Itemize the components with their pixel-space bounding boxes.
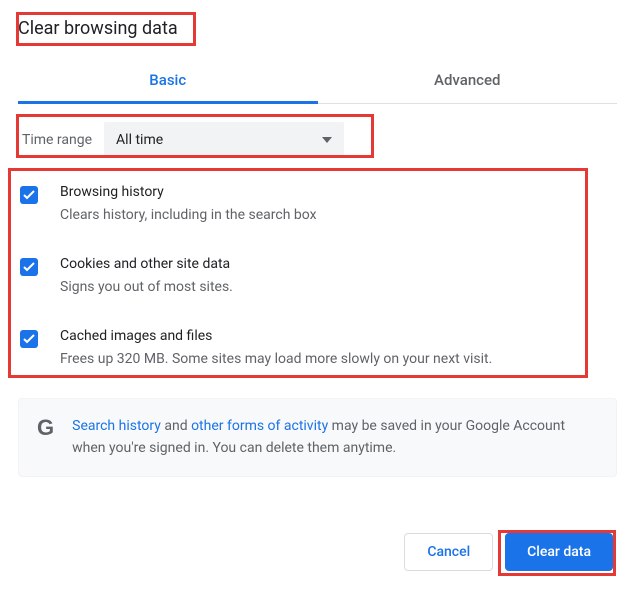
time-range-value: All time	[116, 132, 163, 148]
button-label: Clear data	[527, 544, 591, 560]
tab-label: Advanced	[434, 71, 500, 89]
button-label: Cancel	[427, 544, 470, 560]
time-range-label: Time range	[18, 132, 92, 148]
checkbox-cached[interactable]	[20, 330, 38, 348]
check-icon	[23, 334, 35, 344]
link-other-activity[interactable]: other forms of activity	[191, 418, 328, 434]
option-text: Browsing history Clears history, includi…	[60, 182, 317, 226]
tab-basic[interactable]: Basic	[18, 57, 318, 103]
tab-advanced[interactable]: Advanced	[318, 57, 618, 103]
time-range-row: Time range All time	[18, 122, 617, 158]
dialog-buttons: Cancel Clear data	[404, 533, 613, 571]
option-title: Browsing history	[60, 182, 317, 203]
option-title: Cookies and other site data	[60, 254, 233, 275]
check-icon	[23, 262, 35, 272]
cancel-button[interactable]: Cancel	[404, 533, 493, 571]
checkbox-browsing-history[interactable]	[20, 186, 38, 204]
option-text: Cached images and files Frees up 320 MB.…	[60, 326, 492, 370]
google-account-info: G Search history and other forms of acti…	[18, 398, 617, 477]
option-desc: Frees up 320 MB. Some sites may load mor…	[60, 349, 492, 370]
tabs: Basic Advanced	[18, 57, 617, 104]
tab-label: Basic	[149, 71, 186, 89]
option-cookies: Cookies and other site data Signs you ou…	[18, 240, 617, 312]
info-text: Search history and other forms of activi…	[72, 415, 598, 460]
info-text-span: and	[161, 418, 191, 434]
clear-data-button[interactable]: Clear data	[505, 533, 613, 571]
time-range-dropdown[interactable]: All time	[104, 122, 344, 158]
option-desc: Clears history, including in the search …	[60, 205, 317, 226]
option-desc: Signs you out of most sites.	[60, 277, 233, 298]
check-icon	[23, 190, 35, 200]
option-text: Cookies and other site data Signs you ou…	[60, 254, 233, 298]
link-search-history[interactable]: Search history	[72, 418, 161, 434]
options-list: Browsing history Clears history, includi…	[18, 168, 617, 384]
chevron-down-icon	[322, 137, 332, 143]
checkbox-cookies[interactable]	[20, 258, 38, 276]
google-logo-icon: G	[37, 417, 54, 439]
option-cached: Cached images and files Frees up 320 MB.…	[18, 312, 617, 384]
clear-browsing-data-dialog: Clear browsing data Basic Advanced Time …	[0, 0, 635, 477]
dialog-title: Clear browsing data	[18, 0, 178, 51]
option-browsing-history: Browsing history Clears history, includi…	[18, 168, 617, 240]
option-title: Cached images and files	[60, 326, 492, 347]
